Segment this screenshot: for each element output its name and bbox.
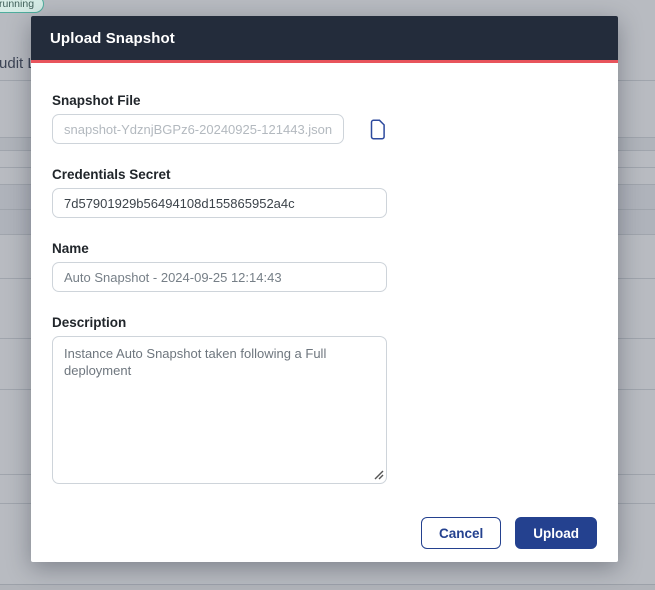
description-textarea[interactable]: Instance Auto Snapshot taken following a… xyxy=(52,336,387,484)
file-icon xyxy=(368,119,387,143)
modal-body: Snapshot File Credentials Secret xyxy=(31,63,618,564)
name-input[interactable] xyxy=(52,262,387,292)
cancel-button[interactable]: Cancel xyxy=(420,517,502,549)
snapshot-file-row xyxy=(52,114,387,144)
description-field-group: Description Instance Auto Snapshot taken… xyxy=(52,316,387,484)
snapshot-file-field-group: Snapshot File xyxy=(52,94,387,144)
snapshot-file-input[interactable] xyxy=(52,114,344,144)
screen: running Audit Log Upload Snapshot Snapsh… xyxy=(0,0,655,590)
credentials-secret-field-group: Credentials Secret xyxy=(52,168,387,218)
name-label: Name xyxy=(52,241,89,256)
description-textarea-wrap: Instance Auto Snapshot taken following a… xyxy=(52,336,387,484)
choose-file-button[interactable] xyxy=(368,119,387,140)
credentials-secret-input[interactable] xyxy=(52,188,387,218)
snapshot-file-label: Snapshot File xyxy=(52,93,141,108)
bg-footer-bar xyxy=(0,584,655,590)
name-field-group: Name xyxy=(52,242,387,292)
upload-button[interactable]: Upload xyxy=(515,517,597,549)
status-badge-running: running xyxy=(0,0,45,13)
credentials-secret-label: Credentials Secret xyxy=(52,167,171,182)
modal-title: Upload Snapshot xyxy=(50,29,175,47)
description-label: Description xyxy=(52,315,127,330)
modal-header: Upload Snapshot xyxy=(31,16,618,60)
modal-footer: Cancel Upload xyxy=(52,517,597,549)
upload-snapshot-modal: Upload Snapshot Snapshot File snapshot-Y… xyxy=(31,16,618,562)
